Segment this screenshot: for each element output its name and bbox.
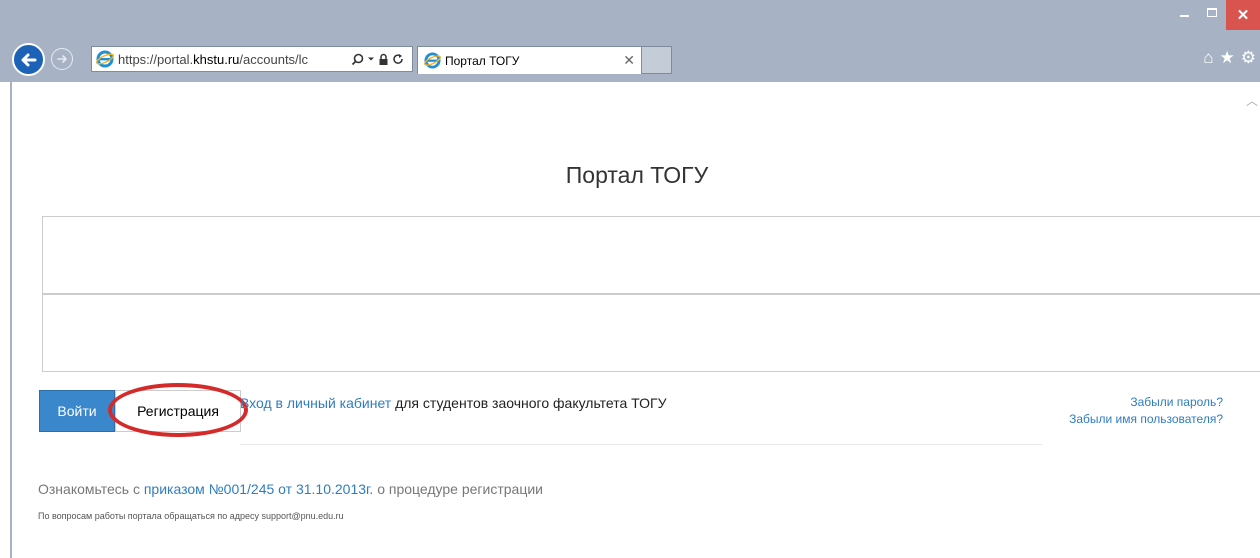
gear-icon[interactable]: ⚙ <box>1241 48 1256 68</box>
forgot-password-link[interactable]: Забыли пароль? <box>1069 394 1223 411</box>
notice-suffix: о процедуре регистрации <box>373 481 543 497</box>
page-viewport: ︿ Портал ТОГУ Войти Регистрация Вход в л… <box>10 82 1260 558</box>
register-button[interactable]: Регистрация <box>115 390 241 432</box>
ie-logo-icon <box>96 50 114 68</box>
forgot-links: Забыли пароль? Забыли имя пользователя? <box>1069 394 1223 428</box>
star-icon[interactable]: ★ <box>1220 48 1235 68</box>
address-bar[interactable]: https://portal.khstu.ru/accounts/lc <box>91 46 413 72</box>
browser-toolbar-icons: ⌂ ★ ⚙ <box>1203 48 1256 68</box>
new-tab-button[interactable] <box>642 46 672 74</box>
close-icon[interactable]: ✕ <box>1226 0 1260 30</box>
scroll-up-icon[interactable]: ︿ <box>1246 92 1258 109</box>
cabinet-link[interactable]: Вход в личный кабинет <box>240 395 391 411</box>
browser-tab[interactable]: Портал ТОГУ ✕ <box>417 46 642 74</box>
cabinet-info: Вход в личный кабинет для студентов заоч… <box>240 395 666 411</box>
back-arrow-icon[interactable] <box>12 43 45 76</box>
browser-chrome: ✕ https://portal.khstu.ru/accounts/lc По… <box>0 0 1260 82</box>
support-text: По вопросам работы портала обращаться по… <box>38 511 344 521</box>
home-icon[interactable]: ⌂ <box>1203 48 1213 68</box>
tab-title: Портал ТОГУ <box>445 53 520 68</box>
ie-logo-icon <box>424 52 441 69</box>
minimize-icon[interactable] <box>1170 0 1198 24</box>
password-input[interactable] <box>42 294 1260 372</box>
url-text[interactable]: https://portal.khstu.ru/accounts/lc <box>118 52 348 67</box>
page-title: Портал ТОГУ <box>565 162 709 188</box>
search-icon[interactable] <box>351 53 364 66</box>
forgot-username-link[interactable]: Забыли имя пользователя? <box>1069 411 1223 428</box>
refresh-icon[interactable] <box>392 53 404 65</box>
cabinet-suffix: для студентов заочного факультета ТОГУ <box>391 395 667 411</box>
dropdown-icon[interactable] <box>367 55 375 63</box>
maximize-icon[interactable] <box>1198 0 1226 24</box>
username-input[interactable] <box>42 216 1260 294</box>
order-link[interactable]: приказом №001/245 от 31.10.2013г. <box>144 481 373 497</box>
window-controls: ✕ <box>1170 0 1260 30</box>
forward-arrow-icon[interactable] <box>51 48 73 70</box>
notice-prefix: Ознакомьтесь с <box>38 481 144 497</box>
divider <box>240 444 1042 445</box>
login-button[interactable]: Войти <box>39 390 115 432</box>
lock-icon[interactable] <box>378 53 389 66</box>
registration-notice: Ознакомьтесь с приказом №001/245 от 31.1… <box>38 481 543 497</box>
tab-close-icon[interactable]: ✕ <box>623 52 635 69</box>
